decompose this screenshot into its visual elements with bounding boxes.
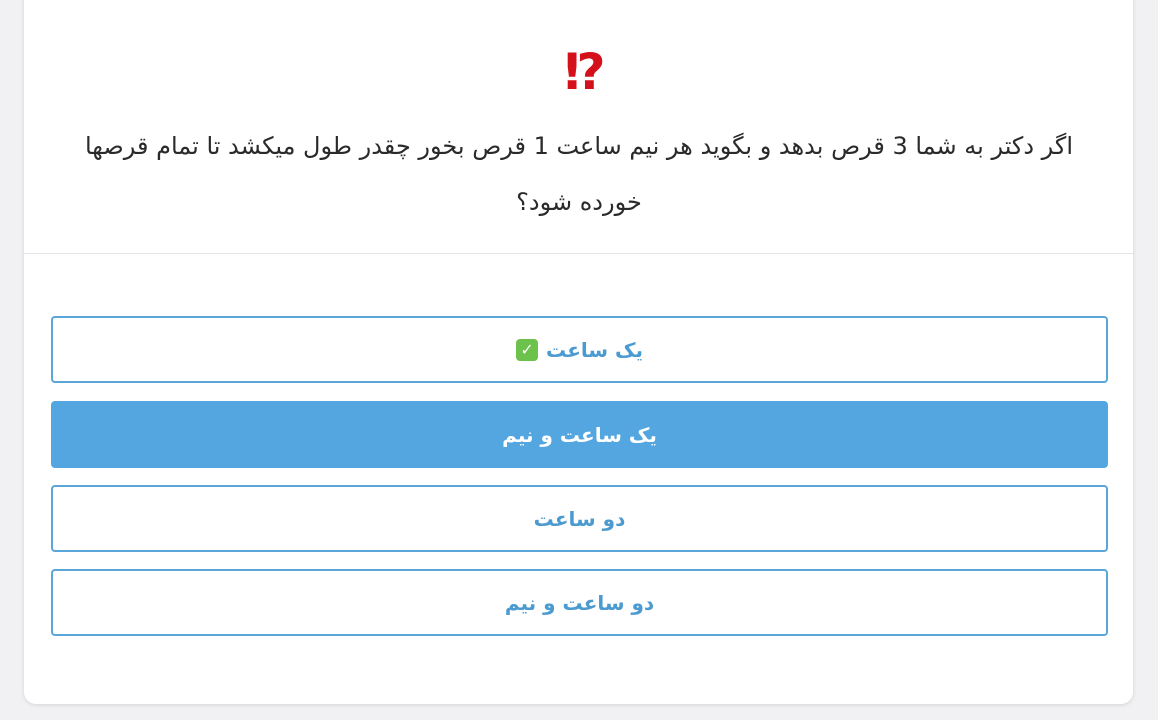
option-label: یک ساعت	[546, 337, 643, 362]
option-3-button[interactable]: دو ساعت	[51, 485, 1108, 552]
option-label: دو ساعت و نیم	[504, 590, 655, 615]
option-label: دو ساعت	[533, 506, 626, 531]
option-4-button[interactable]: دو ساعت و نیم	[51, 569, 1108, 636]
question-area: ⁉ اگر دکتر به شما 3 قرص بدهد و بگوید هر …	[24, 0, 1133, 254]
check-mark-icon: ✓	[516, 338, 539, 361]
option-2-button[interactable]: یک ساعت و نیم	[51, 401, 1108, 468]
question-text: اگر دکتر به شما 3 قرص بدهد و بگوید هر نی…	[84, 132, 1074, 216]
quiz-card: ⁉ اگر دکتر به شما 3 قرص بدهد و بگوید هر …	[24, 0, 1133, 704]
option-1-button[interactable]: یک ساعت ✓	[51, 316, 1108, 383]
option-label: یک ساعت و نیم	[502, 422, 657, 447]
exclamation-question-icon: ⁉	[564, 43, 605, 101]
